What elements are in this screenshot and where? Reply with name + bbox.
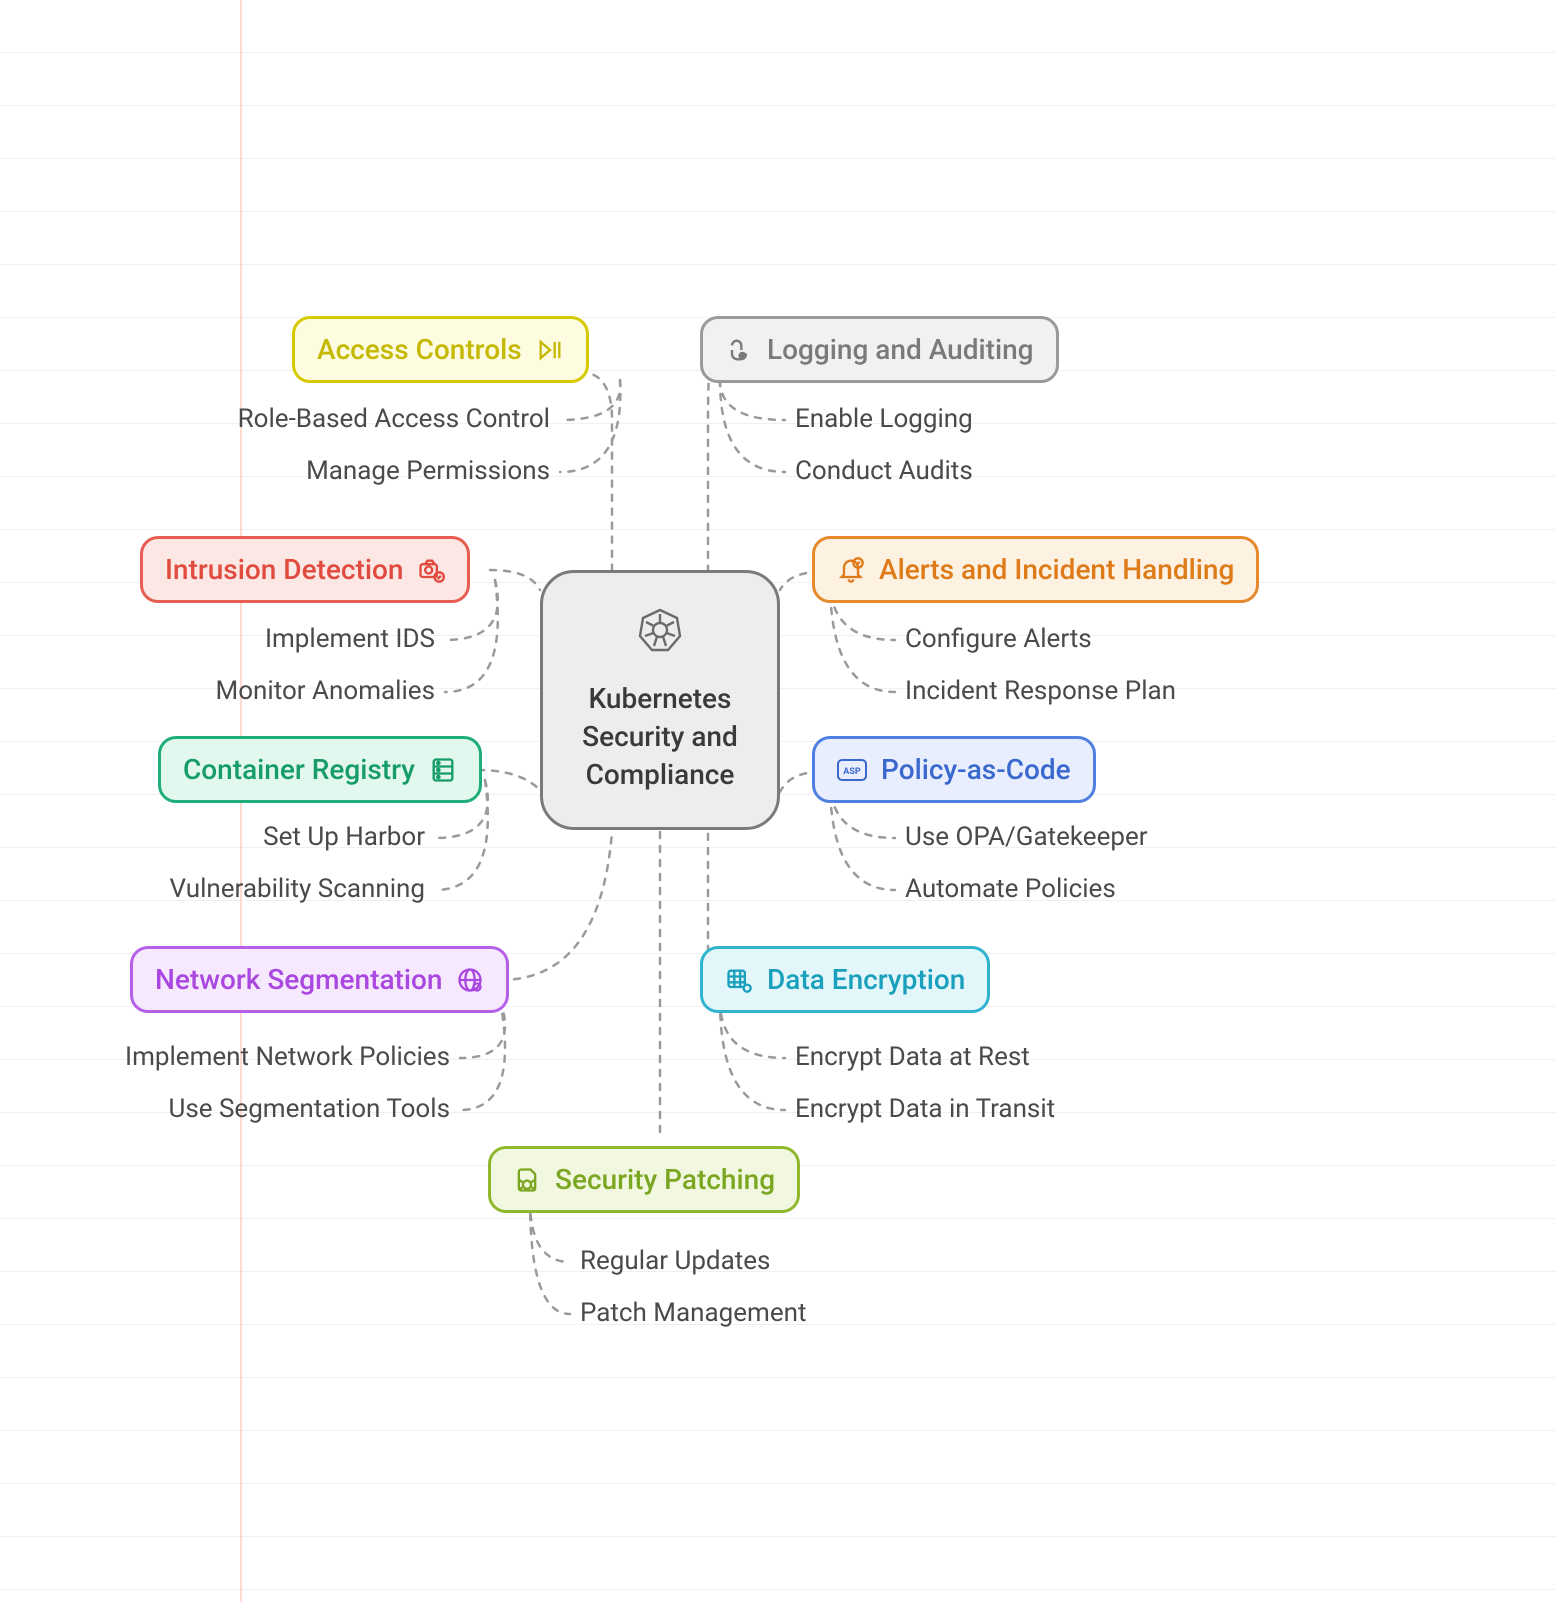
branch-label: Logging and Auditing	[767, 333, 1034, 366]
child-text[interactable]: Incident Response Plan	[905, 676, 1176, 706]
branch-container-registry[interactable]: Container Registry	[158, 736, 482, 803]
branch-security-patching[interactable]: Security Patching	[488, 1146, 800, 1213]
child-text[interactable]: Configure Alerts	[905, 624, 1092, 654]
branch-label: Alerts and Incident Handling	[879, 553, 1234, 586]
branch-alerts-incident[interactable]: Alerts and Incident Handling	[812, 536, 1259, 603]
branch-policy-as-code[interactable]: ASP Policy-as-Code	[812, 736, 1096, 803]
child-text[interactable]: Implement IDS	[80, 624, 435, 654]
child-text[interactable]: Enable Logging	[795, 404, 973, 434]
globe-cog-icon	[456, 966, 484, 994]
child-text[interactable]: Manage Permissions	[195, 456, 550, 486]
branch-label: Intrusion Detection	[165, 553, 403, 586]
central-title: Kubernetes Security and Compliance	[561, 680, 759, 793]
branch-label: Policy-as-Code	[881, 753, 1071, 786]
child-text[interactable]: Automate Policies	[905, 874, 1116, 904]
branch-label: Security Patching	[555, 1163, 775, 1196]
eye-hand-icon	[725, 336, 753, 364]
branch-intrusion-detection[interactable]: Intrusion Detection	[140, 536, 470, 603]
child-text[interactable]: Implement Network Policies	[90, 1042, 450, 1072]
child-text[interactable]: Set Up Harbor	[70, 822, 425, 852]
child-text[interactable]: Encrypt Data at Rest	[795, 1042, 1030, 1072]
child-text[interactable]: Use Segmentation Tools	[90, 1094, 450, 1124]
svg-text:ASP: ASP	[843, 767, 861, 777]
child-text[interactable]: Regular Updates	[580, 1246, 770, 1276]
child-text[interactable]: Patch Management	[580, 1298, 806, 1328]
branch-data-encryption[interactable]: Data Encryption	[700, 946, 990, 1013]
bell-check-icon	[837, 556, 865, 584]
branch-label: Network Segmentation	[155, 963, 442, 996]
child-text[interactable]: Encrypt Data in Transit	[795, 1094, 1055, 1124]
branch-network-segmentation[interactable]: Network Segmentation	[130, 946, 509, 1013]
server-rack-icon	[429, 756, 457, 784]
branch-access-controls[interactable]: Access Controls	[292, 316, 589, 383]
child-text[interactable]: Vulnerability Scanning	[70, 874, 425, 904]
mindmap-canvas[interactable]: Kubernetes Security and Compliance Acces…	[0, 0, 1556, 1602]
branch-label: Container Registry	[183, 753, 415, 786]
camera-check-icon	[417, 556, 445, 584]
kubernetes-wheel-icon	[636, 606, 684, 664]
asp-badge-icon: ASP	[837, 759, 867, 781]
branch-logging-auditing[interactable]: Logging and Auditing	[700, 316, 1059, 383]
branch-label: Access Controls	[317, 333, 522, 366]
grid-lock-icon	[725, 966, 753, 994]
play-pause-icon	[536, 336, 564, 364]
branch-label: Data Encryption	[767, 963, 965, 996]
central-node[interactable]: Kubernetes Security and Compliance	[540, 570, 780, 830]
file-bug-icon	[513, 1166, 541, 1194]
child-text[interactable]: Monitor Anomalies	[80, 676, 435, 706]
child-text[interactable]: Role-Based Access Control	[195, 404, 550, 434]
child-text[interactable]: Conduct Audits	[795, 456, 973, 486]
child-text[interactable]: Use OPA/Gatekeeper	[905, 822, 1148, 852]
